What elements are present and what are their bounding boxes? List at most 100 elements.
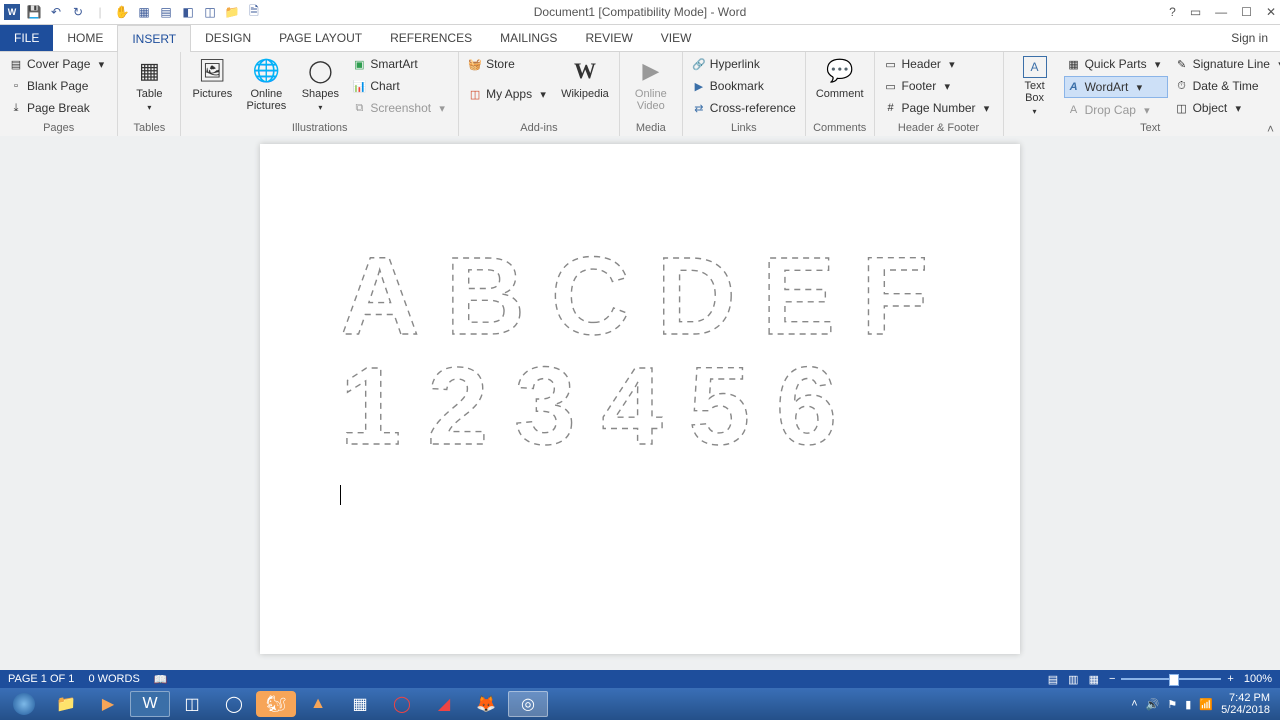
quick-parts-button[interactable]: ▦Quick Parts▾: [1064, 54, 1168, 74]
tab-insert[interactable]: INSERT: [117, 25, 191, 52]
wordart-button[interactable]: AWordArt▾: [1064, 76, 1168, 98]
redo-icon[interactable]: ↻: [70, 4, 86, 20]
text-box-button[interactable]: AText Box▾: [1010, 54, 1060, 120]
wikipedia-button[interactable]: WWikipedia: [557, 54, 613, 102]
bookmark-button[interactable]: ▶Bookmark: [689, 76, 799, 96]
page-number-button[interactable]: #Page Number▾: [881, 98, 997, 118]
vlc-icon[interactable]: ▲: [298, 691, 338, 717]
footer-button[interactable]: ▭Footer▾: [881, 76, 997, 96]
touch-icon[interactable]: ✋: [114, 4, 130, 20]
group-media: ▶Online Video Media: [620, 52, 683, 138]
tray-icon[interactable]: ⚑: [1167, 698, 1177, 711]
my-apps-button[interactable]: ◫My Apps▾: [465, 84, 553, 104]
collapse-ribbon-icon[interactable]: ˄: [1267, 122, 1274, 136]
word-count[interactable]: 0 WORDS: [88, 673, 139, 685]
online-pictures-button[interactable]: 🌐Online Pictures: [241, 54, 291, 114]
drop-cap-button[interactable]: ADrop Cap▾: [1064, 100, 1168, 120]
tray-icon[interactable]: ▮: [1185, 698, 1191, 711]
signature-line-button[interactable]: ✎Signature Line▾: [1172, 54, 1280, 74]
pictures-button[interactable]: 🖼Pictures: [187, 54, 237, 102]
zoom-thumb[interactable]: [1169, 674, 1179, 686]
chart-button[interactable]: 📊Chart: [349, 76, 452, 96]
qat-icon[interactable]: ▤: [158, 4, 174, 20]
sign-in-link[interactable]: Sign in: [1219, 25, 1280, 51]
folder-icon[interactable]: 📁: [224, 4, 240, 20]
screenshot-button[interactable]: ⧉Screenshot▾: [349, 98, 452, 118]
qat-icon[interactable]: ◧: [180, 4, 196, 20]
table-button[interactable]: ▦Table▾: [124, 54, 174, 116]
maximize-icon[interactable]: ☐: [1241, 5, 1252, 19]
app-icon[interactable]: ◫: [172, 691, 212, 717]
tab-view[interactable]: VIEW: [647, 25, 706, 51]
tab-home[interactable]: HOME: [53, 25, 117, 51]
group-addins: 🧺Store ◫My Apps▾ WWikipedia Add-ins: [459, 52, 620, 138]
quick-access-toolbar: W 💾 ↶ ↻ | ✋ ▦ ▤ ◧ ◫ 📁 🗎: [0, 0, 1280, 25]
zoom-level[interactable]: 100%: [1244, 673, 1272, 685]
page-break-button[interactable]: ⤓Page Break: [6, 98, 111, 118]
date-time-label: Date & Time: [1193, 79, 1259, 93]
screenshot-icon: ⧉: [352, 101, 366, 115]
my-apps-label: My Apps: [486, 87, 532, 101]
word-taskbar-icon[interactable]: W: [130, 691, 170, 717]
table-icon[interactable]: ▦: [136, 4, 152, 20]
explorer-icon[interactable]: 📁: [46, 691, 86, 717]
minimize-icon[interactable]: —: [1215, 5, 1227, 19]
document-content: ABCDEF 123456: [340, 234, 940, 464]
read-mode-icon[interactable]: ▤: [1048, 673, 1058, 686]
undo-icon[interactable]: ↶: [48, 4, 64, 20]
print-layout-icon[interactable]: ▥: [1068, 673, 1078, 686]
zoom-track[interactable]: [1121, 678, 1221, 680]
media-player-icon[interactable]: ▶: [88, 691, 128, 717]
header-button[interactable]: ▭Header▾: [881, 54, 997, 74]
tab-mailings[interactable]: MAILINGS: [486, 25, 571, 51]
spellcheck-icon[interactable]: 📖: [154, 673, 168, 686]
store-button[interactable]: 🧺Store: [465, 54, 553, 74]
cover-page-label: Cover Page: [27, 57, 90, 71]
shapes-button[interactable]: ◯Shapes▾: [295, 54, 345, 116]
document-page[interactable]: ABCDEF 123456: [260, 144, 1020, 654]
camera-icon[interactable]: ◎: [508, 691, 548, 717]
zoom-slider[interactable]: − +: [1109, 673, 1234, 685]
online-video-button[interactable]: ▶Online Video: [626, 54, 676, 114]
new-doc-icon[interactable]: 🗎: [246, 4, 262, 20]
object-button[interactable]: ◫Object▾: [1172, 98, 1280, 118]
apps-icon: ◫: [468, 87, 482, 101]
web-layout-icon[interactable]: ▦: [1089, 673, 1099, 686]
comment-button[interactable]: 💬Comment: [812, 54, 868, 102]
comment-label: Comment: [816, 88, 864, 100]
uc-browser-icon[interactable]: 🐿: [256, 691, 296, 717]
qat-icon[interactable]: ◫: [202, 4, 218, 20]
date-time-button[interactable]: ⏱Date & Time: [1172, 76, 1280, 96]
taskbar-clock[interactable]: 7:42 PM 5/24/2018: [1221, 692, 1276, 716]
ribbon-display-icon[interactable]: ▭: [1190, 5, 1201, 19]
cross-ref-button[interactable]: ⇄Cross-reference: [689, 98, 799, 118]
blank-page-button[interactable]: ▫Blank Page: [6, 76, 111, 96]
tray-chevron-icon[interactable]: ˄: [1131, 698, 1137, 710]
zoom-out-icon[interactable]: −: [1109, 673, 1115, 685]
network-icon[interactable]: 📶: [1199, 698, 1213, 711]
chrome-icon[interactable]: ◯: [214, 691, 254, 717]
header-label: Header: [902, 57, 941, 71]
volume-icon[interactable]: 🔊: [1146, 698, 1160, 711]
tab-design[interactable]: DESIGN: [191, 25, 265, 51]
cover-page-icon: ▤: [9, 57, 23, 71]
hyperlink-button[interactable]: 🔗Hyperlink: [689, 54, 799, 74]
tab-file[interactable]: FILE: [0, 25, 53, 51]
help-icon[interactable]: ?: [1169, 5, 1176, 19]
opera-icon[interactable]: ◯: [382, 691, 422, 717]
page-indicator[interactable]: PAGE 1 OF 1: [8, 673, 74, 685]
tab-review[interactable]: REVIEW: [571, 25, 646, 51]
app-icon[interactable]: ▦: [340, 691, 380, 717]
acrobat-icon[interactable]: ◢: [424, 691, 464, 717]
close-icon[interactable]: ✕: [1266, 5, 1276, 19]
zoom-in-icon[interactable]: +: [1227, 673, 1233, 685]
save-icon[interactable]: 💾: [26, 4, 42, 20]
tab-references[interactable]: REFERENCES: [376, 25, 486, 51]
firefox-icon[interactable]: 🦊: [466, 691, 506, 717]
cover-page-button[interactable]: ▤Cover Page▾: [6, 54, 111, 74]
blank-page-icon: ▫: [9, 79, 23, 93]
start-button[interactable]: [4, 691, 44, 717]
tab-page-layout[interactable]: PAGE LAYOUT: [265, 25, 376, 51]
shapes-icon: ◯: [305, 56, 335, 86]
smartart-button[interactable]: ▣SmartArt: [349, 54, 452, 74]
